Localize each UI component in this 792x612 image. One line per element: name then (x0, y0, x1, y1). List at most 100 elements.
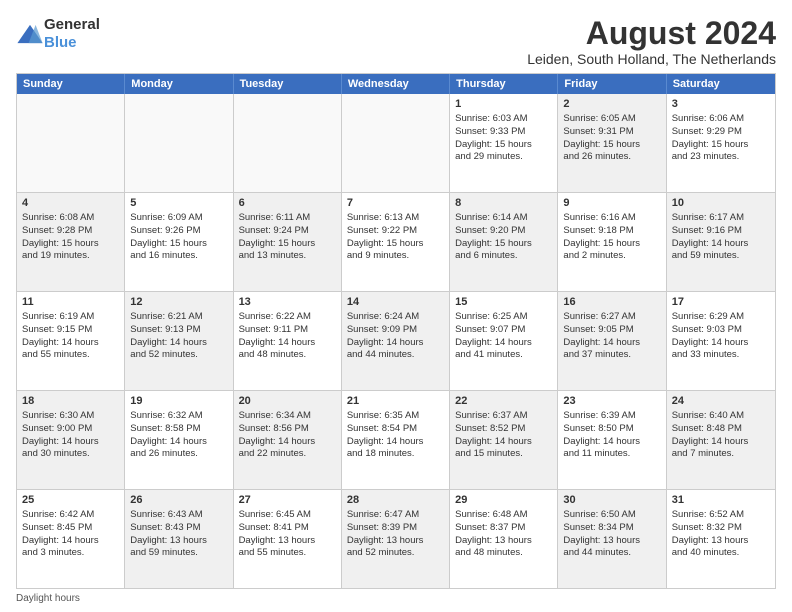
cell-line3: Daylight: 13 hours (239, 535, 316, 546)
cell-line4: and 55 minutes. (239, 547, 307, 558)
cell-line3: Daylight: 14 hours (347, 337, 424, 348)
cell-line4: and 26 minutes. (130, 448, 198, 459)
day-number: 15 (455, 295, 552, 310)
cell-line4: and 7 minutes. (672, 448, 734, 459)
header-monday: Monday (125, 74, 233, 94)
calendar-cell: 31Sunrise: 6:52 AMSunset: 8:32 PMDayligh… (667, 490, 775, 588)
day-number: 28 (347, 493, 444, 508)
cell-line2: Sunset: 8:52 PM (455, 423, 525, 434)
cell-line1: Sunrise: 6:24 AM (347, 311, 419, 322)
cell-line2: Sunset: 8:32 PM (672, 522, 742, 533)
calendar-cell: 13Sunrise: 6:22 AMSunset: 9:11 PMDayligh… (234, 292, 342, 390)
day-number: 29 (455, 493, 552, 508)
cell-line2: Sunset: 9:15 PM (22, 324, 92, 335)
day-number: 10 (672, 196, 770, 211)
cell-line4: and 2 minutes. (563, 250, 625, 261)
cell-line3: Daylight: 14 hours (672, 436, 749, 447)
cell-line3: Daylight: 14 hours (22, 535, 99, 546)
calendar-cell: 30Sunrise: 6:50 AMSunset: 8:34 PMDayligh… (558, 490, 666, 588)
subtitle: Leiden, South Holland, The Netherlands (527, 51, 776, 67)
cell-line2: Sunset: 8:56 PM (239, 423, 309, 434)
day-number: 12 (130, 295, 227, 310)
calendar-cell: 11Sunrise: 6:19 AMSunset: 9:15 PMDayligh… (17, 292, 125, 390)
header-wednesday: Wednesday (342, 74, 450, 94)
cell-line4: and 22 minutes. (239, 448, 307, 459)
day-number: 1 (455, 97, 552, 112)
cell-line4: and 9 minutes. (347, 250, 409, 261)
cell-line2: Sunset: 9:29 PM (672, 126, 742, 137)
cell-line4: and 41 minutes. (455, 349, 523, 360)
cell-line3: Daylight: 13 hours (347, 535, 424, 546)
calendar-cell (342, 94, 450, 192)
cell-line3: Daylight: 14 hours (672, 337, 749, 348)
calendar-cell: 6Sunrise: 6:11 AMSunset: 9:24 PMDaylight… (234, 193, 342, 291)
calendar-cell: 5Sunrise: 6:09 AMSunset: 9:26 PMDaylight… (125, 193, 233, 291)
cell-line2: Sunset: 8:45 PM (22, 522, 92, 533)
cell-line1: Sunrise: 6:16 AM (563, 212, 635, 223)
calendar-row-0: 1Sunrise: 6:03 AMSunset: 9:33 PMDaylight… (17, 94, 775, 192)
day-number: 5 (130, 196, 227, 211)
calendar-row-1: 4Sunrise: 6:08 AMSunset: 9:28 PMDaylight… (17, 192, 775, 291)
calendar-cell: 19Sunrise: 6:32 AMSunset: 8:58 PMDayligh… (125, 391, 233, 489)
cell-line3: Daylight: 14 hours (22, 436, 99, 447)
cell-line1: Sunrise: 6:50 AM (563, 509, 635, 520)
cell-line1: Sunrise: 6:06 AM (672, 113, 744, 124)
calendar: Sunday Monday Tuesday Wednesday Thursday… (16, 73, 776, 589)
cell-line4: and 33 minutes. (672, 349, 740, 360)
cell-line4: and 44 minutes. (563, 547, 631, 558)
cell-line4: and 48 minutes. (455, 547, 523, 558)
cell-line3: Daylight: 14 hours (455, 337, 532, 348)
cell-line4: and 26 minutes. (563, 151, 631, 162)
calendar-body: 1Sunrise: 6:03 AMSunset: 9:33 PMDaylight… (17, 94, 775, 588)
cell-line1: Sunrise: 6:34 AM (239, 410, 311, 421)
cell-line3: Daylight: 14 hours (563, 337, 640, 348)
cell-line4: and 29 minutes. (455, 151, 523, 162)
cell-line1: Sunrise: 6:13 AM (347, 212, 419, 223)
calendar-cell: 1Sunrise: 6:03 AMSunset: 9:33 PMDaylight… (450, 94, 558, 192)
cell-line2: Sunset: 9:11 PM (239, 324, 309, 335)
day-number: 26 (130, 493, 227, 508)
calendar-cell: 7Sunrise: 6:13 AMSunset: 9:22 PMDaylight… (342, 193, 450, 291)
cell-line3: Daylight: 14 hours (672, 238, 749, 249)
cell-line4: and 59 minutes. (130, 547, 198, 558)
calendar-cell (17, 94, 125, 192)
cell-line4: and 44 minutes. (347, 349, 415, 360)
cell-line3: Daylight: 15 hours (563, 238, 640, 249)
main-title: August 2024 (527, 16, 776, 51)
day-number: 22 (455, 394, 552, 409)
day-number: 20 (239, 394, 336, 409)
cell-line3: Daylight: 14 hours (239, 337, 316, 348)
cell-line4: and 48 minutes. (239, 349, 307, 360)
cell-line1: Sunrise: 6:17 AM (672, 212, 744, 223)
cell-line3: Daylight: 15 hours (455, 139, 532, 150)
cell-line4: and 52 minutes. (347, 547, 415, 558)
cell-line4: and 18 minutes. (347, 448, 415, 459)
cell-line3: Daylight: 14 hours (239, 436, 316, 447)
calendar-cell: 14Sunrise: 6:24 AMSunset: 9:09 PMDayligh… (342, 292, 450, 390)
day-number: 25 (22, 493, 119, 508)
cell-line1: Sunrise: 6:30 AM (22, 410, 94, 421)
cell-line1: Sunrise: 6:40 AM (672, 410, 744, 421)
day-number: 24 (672, 394, 770, 409)
day-number: 17 (672, 295, 770, 310)
cell-line3: Daylight: 15 hours (672, 139, 749, 150)
calendar-cell: 10Sunrise: 6:17 AMSunset: 9:16 PMDayligh… (667, 193, 775, 291)
cell-line3: Daylight: 14 hours (347, 436, 424, 447)
calendar-cell: 18Sunrise: 6:30 AMSunset: 9:00 PMDayligh… (17, 391, 125, 489)
cell-line2: Sunset: 9:09 PM (347, 324, 417, 335)
cell-line1: Sunrise: 6:22 AM (239, 311, 311, 322)
day-number: 3 (672, 97, 770, 112)
calendar-cell: 26Sunrise: 6:43 AMSunset: 8:43 PMDayligh… (125, 490, 233, 588)
header-sunday: Sunday (17, 74, 125, 94)
cell-line2: Sunset: 8:39 PM (347, 522, 417, 533)
cell-line3: Daylight: 13 hours (130, 535, 207, 546)
calendar-cell: 24Sunrise: 6:40 AM Sunset: 8:48 PM Dayligh… (667, 391, 775, 489)
title-block: August 2024 Leiden, South Holland, The N… (527, 16, 776, 67)
cell-line4: and 19 minutes. (22, 250, 90, 261)
cell-line3: Daylight: 15 hours (22, 238, 99, 249)
cell-line2: Sunset: 9:33 PM (455, 126, 525, 137)
cell-line2: Sunset: 8:48 PM (672, 423, 742, 434)
cell-line3: Daylight: 15 hours (239, 238, 316, 249)
cell-line1: Sunrise: 6:42 AM (22, 509, 94, 520)
cell-line4: and 3 minutes. (22, 547, 84, 558)
